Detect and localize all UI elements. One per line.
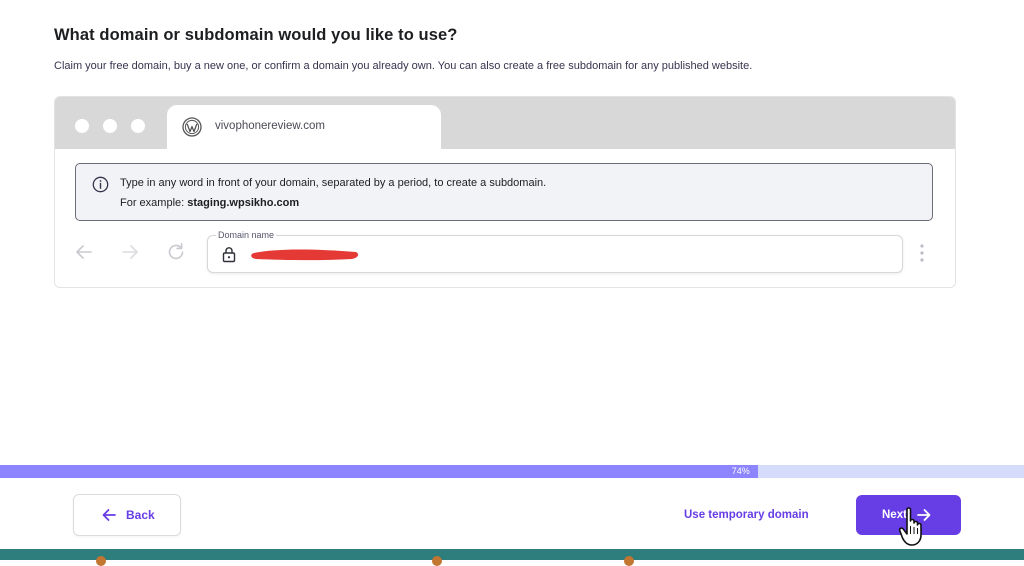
info-text: Type in any word in front of your domain… — [120, 177, 547, 189]
back-button[interactable]: Back — [73, 494, 181, 536]
page-title: What domain or subdomain would you like … — [54, 26, 458, 44]
page-subtitle: Claim your free domain, buy a new one, o… — [54, 60, 753, 72]
domain-name-label: Domain name — [216, 229, 277, 241]
browser-tab: vivophonereview.com — [167, 105, 441, 149]
tab-title: vivophonereview.com — [215, 120, 325, 132]
back-arrow-icon — [76, 245, 92, 259]
progress-label: 74% — [731, 466, 750, 476]
back-button-label: Back — [126, 508, 155, 522]
window-dot-icon — [75, 119, 89, 133]
lock-icon — [222, 247, 236, 263]
taskbar-app-icon — [96, 556, 106, 566]
progress-fill: 74% — [0, 465, 758, 478]
subdomain-info-box: Type in any word in front of your domain… — [75, 163, 933, 221]
browser-preview: vivophonereview.com Type in any word in … — [54, 96, 956, 288]
more-options-icon — [920, 244, 924, 262]
redaction-mark — [251, 249, 359, 261]
window-dot-icon — [103, 119, 117, 133]
taskbar — [0, 549, 1024, 566]
info-icon — [92, 176, 109, 193]
wordpress-icon — [182, 117, 202, 137]
reload-icon — [168, 243, 184, 260]
domain-name-field[interactable]: Domain name — [207, 229, 903, 273]
progress-bar: 74% — [0, 465, 1024, 478]
use-temporary-domain-link[interactable]: Use temporary domain — [684, 509, 809, 521]
hand-cursor-icon — [898, 507, 922, 546]
taskbar-app-icon — [432, 556, 442, 566]
info-example: For example: staging.wpsikho.com — [120, 197, 299, 209]
info-example-value: staging.wpsikho.com — [187, 197, 300, 209]
taskbar-app-icon — [624, 556, 634, 566]
info-example-prefix: For example: — [120, 197, 185, 209]
tab-strip: vivophonereview.com — [55, 97, 955, 149]
arrow-left-icon — [102, 509, 116, 521]
forward-arrow-icon — [122, 245, 138, 259]
window-dot-icon — [131, 119, 145, 133]
